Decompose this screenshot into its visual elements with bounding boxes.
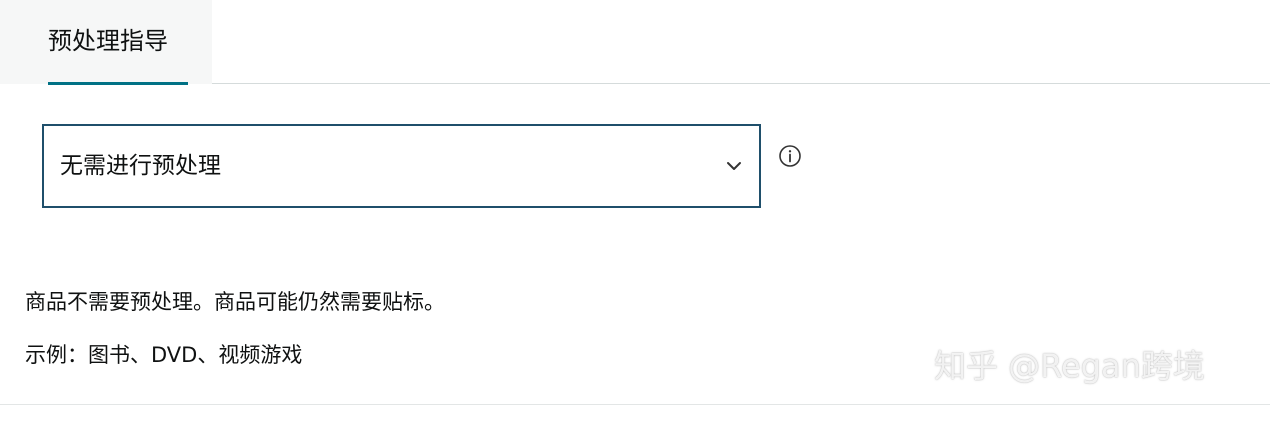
prep-guidance-panel: 预处理指导 无需进行预处理 商品不需要预处理。商品可能仍然需要贴标。 示例：图书…: [0, 0, 1270, 422]
chevron-down-icon: [727, 162, 741, 170]
prep-type-select[interactable]: 无需进行预处理: [42, 124, 761, 208]
tab-bar: 预处理指导: [0, 0, 1270, 85]
select-value: 无需进行预处理: [60, 153, 221, 179]
prep-example: 示例：图书、DVD、视频游戏: [25, 343, 303, 367]
active-tab-indicator: [48, 82, 188, 85]
prep-description: 商品不需要预处理。商品可能仍然需要贴标。: [25, 290, 445, 314]
tab-label: 预处理指导: [48, 27, 168, 55]
watermark: 知乎 @Regan跨境: [934, 347, 1205, 385]
bottom-divider: [0, 404, 1270, 405]
info-icon[interactable]: [778, 144, 802, 168]
tab-prep-guidance[interactable]: 预处理指导: [48, 0, 188, 85]
